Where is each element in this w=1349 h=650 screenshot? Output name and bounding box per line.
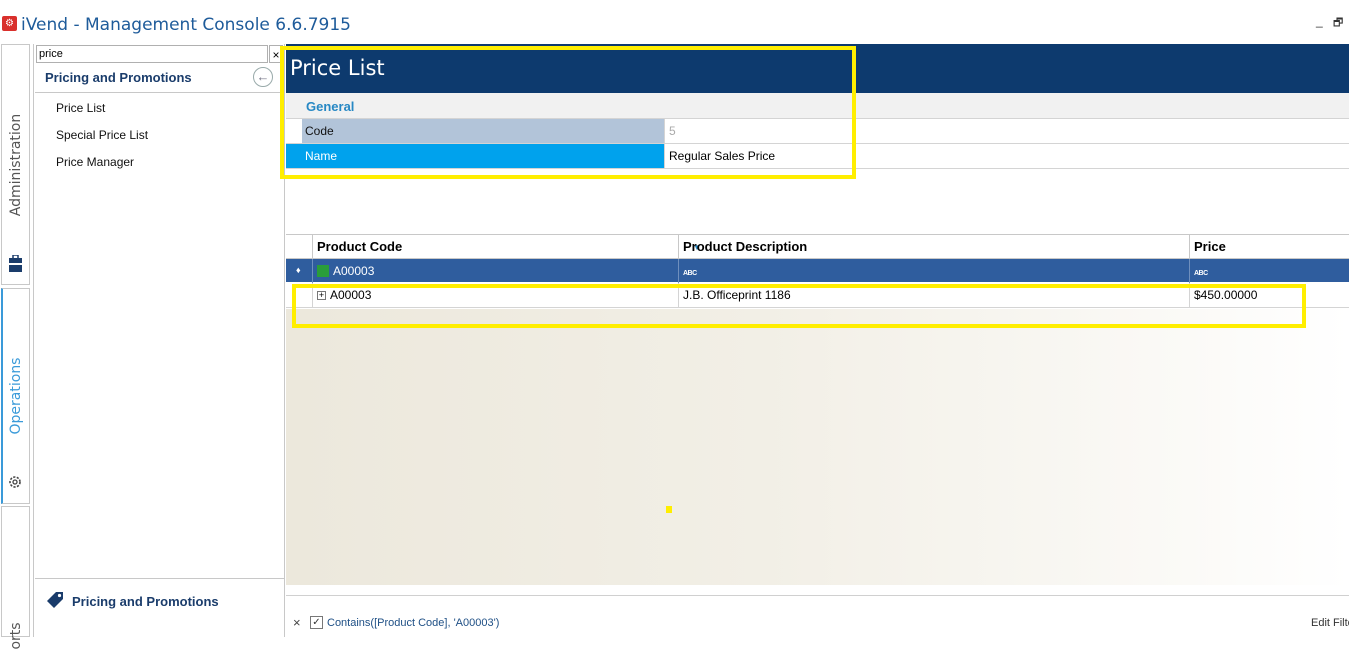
filter-enabled-checkbox[interactable]: ✓	[310, 616, 323, 629]
nav-item-price-list[interactable]: Price List	[56, 101, 105, 115]
vertical-tab-strip: Administration Operations orts	[0, 44, 34, 650]
tab-reports[interactable]: orts	[1, 506, 30, 650]
section-header-general[interactable]: General	[286, 93, 1349, 119]
code-field[interactable]: 5	[664, 119, 1349, 143]
cell-price[interactable]: $450.00000	[1189, 283, 1349, 308]
navigation-panel: × Pricing and Promotions ← Price List Sp…	[35, 44, 285, 637]
filter-cell-product-description[interactable]: ABC	[678, 259, 1189, 283]
nav-item-special-price-list[interactable]: Special Price List	[56, 128, 148, 142]
price-tag-icon	[47, 592, 63, 608]
search-input[interactable]	[36, 45, 268, 63]
clear-filter-button[interactable]: ×	[293, 615, 301, 630]
filter-value: A00003	[333, 264, 375, 278]
section-title: General	[306, 99, 355, 114]
main-content: Price List General Code 5 Name Regular S…	[286, 44, 1349, 637]
pin-icon: ♦	[296, 265, 301, 275]
auto-filter-row: ♦ A00003 ABC ABC	[286, 259, 1349, 283]
restore-button[interactable]: 🗗	[1333, 14, 1343, 33]
window-title: iVend - Management Console 6.6.7915	[21, 15, 351, 35]
search-clear-button[interactable]: ×	[269, 45, 283, 63]
column-label: Product Code	[317, 239, 403, 254]
property-name: Name	[286, 144, 664, 168]
app-logo-icon: ⚙	[2, 16, 17, 31]
filter-panel: × ✓ Contains([Product Code], 'A00003') E…	[286, 595, 1349, 637]
text-filter-icon: ABC	[683, 270, 697, 277]
minimize-button[interactable]: _	[1316, 14, 1323, 28]
page-header: Price List	[286, 44, 1349, 93]
name-field[interactable]: Regular Sales Price	[664, 144, 1349, 168]
property-name: Code	[302, 119, 664, 143]
nav-group-title: Pricing and Promotions	[45, 70, 192, 85]
column-header-product-description[interactable]: Product Description	[678, 235, 1189, 259]
briefcase-icon	[9, 255, 22, 272]
tab-administration[interactable]: Administration	[1, 44, 30, 285]
highlight-marker	[666, 506, 672, 513]
nav-item-price-manager[interactable]: Price Manager	[56, 155, 134, 169]
edit-filter-link[interactable]: Edit Filter	[1311, 617, 1349, 629]
cell-product-code[interactable]: + A00003	[312, 283, 678, 308]
tab-administration-label: Administration	[7, 113, 24, 216]
filter-expression[interactable]: Contains([Product Code], 'A00003')	[327, 617, 499, 629]
tab-operations-label: Operations	[8, 357, 24, 435]
grid-header: Product Code ▼ Product Description Price	[286, 234, 1349, 259]
column-header-product-code[interactable]: Product Code ▼	[312, 235, 701, 259]
tab-operations[interactable]: Operations	[1, 288, 30, 504]
text-filter-icon: ABC	[1194, 270, 1208, 277]
cell-product-description[interactable]: J.B. Officeprint 1186	[678, 283, 1189, 308]
nav-module-pricing-and-promotions[interactable]: Pricing and Promotions	[35, 578, 284, 637]
back-arrow-icon[interactable]: ←	[253, 67, 273, 87]
cell-text: A00003	[330, 288, 372, 302]
table-row[interactable]: + A00003 J.B. Officeprint 1186 $450.00000	[286, 283, 1349, 308]
title-bar: ⚙ iVend - Management Console 6.6.7915 _ …	[0, 0, 1349, 44]
column-header-price[interactable]: Price	[1189, 235, 1349, 259]
page-title: Price List	[290, 56, 385, 80]
expand-icon[interactable]: +	[317, 291, 326, 300]
grid-empty-area	[286, 309, 1349, 585]
filter-cell-price[interactable]: ABC	[1189, 259, 1349, 283]
divider	[35, 92, 284, 93]
nav-module-label: Pricing and Promotions	[72, 594, 219, 609]
filter-cell-product-code[interactable]: A00003	[312, 259, 678, 283]
filter-condition-icon	[317, 265, 329, 277]
property-row-name[interactable]: Name Regular Sales Price	[286, 144, 1349, 169]
property-row-code[interactable]: Code 5	[286, 119, 1349, 144]
price-list-grid: Product Code ▼ Product Description Price…	[286, 234, 1349, 594]
tab-reports-label: orts	[7, 622, 24, 650]
gear-icon	[9, 476, 21, 488]
